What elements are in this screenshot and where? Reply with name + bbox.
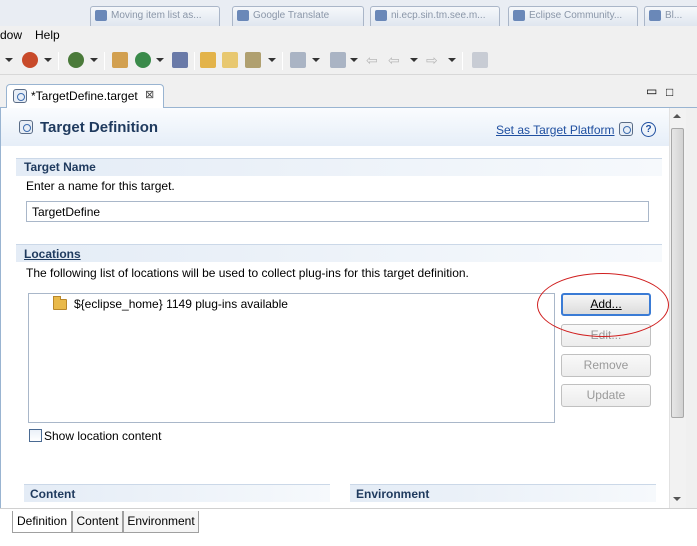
run-icon[interactable] xyxy=(68,52,84,68)
forward-icon[interactable]: ⇨ xyxy=(426,52,442,68)
menubar: dow Help xyxy=(0,26,697,46)
target-name-description: Enter a name for this target. xyxy=(26,179,175,193)
taskbar-item[interactable]: Eclipse Community... xyxy=(508,6,638,26)
content-section-title: Content xyxy=(30,487,76,501)
tab-environment-label: Environment xyxy=(127,514,195,528)
target-name-section-title: Target Name xyxy=(24,160,96,174)
close-icon[interactable]: ⊠ xyxy=(145,88,154,101)
help-icon[interactable]: ? xyxy=(641,122,656,137)
target-name-field[interactable] xyxy=(26,201,649,222)
app-icon xyxy=(95,10,107,21)
prev-annotation-icon[interactable] xyxy=(330,52,346,68)
scroll-down-icon[interactable] xyxy=(673,497,681,501)
taskbar-item[interactable]: ni.ecp.sin.tm.see.m... xyxy=(370,6,500,26)
taskbar-item-label: Bl... xyxy=(665,10,683,21)
pen-icon[interactable] xyxy=(245,52,261,68)
target-name-section-header[interactable] xyxy=(16,158,662,176)
pin-editor-icon[interactable] xyxy=(472,52,488,68)
taskbar-item-label: Google Translate xyxy=(253,10,330,21)
chevron-down-icon[interactable] xyxy=(156,58,164,62)
debug-icon[interactable] xyxy=(22,52,38,68)
last-edit-icon[interactable]: ⇦ xyxy=(366,52,382,68)
show-location-content-checkbox[interactable] xyxy=(29,429,42,442)
taskbar-item[interactable]: Bl... xyxy=(644,6,697,26)
maximize-icon[interactable]: □ xyxy=(666,85,673,99)
minimize-icon[interactable]: ▭ xyxy=(646,84,657,98)
remove-button[interactable]: Remove xyxy=(561,354,651,377)
menu-help[interactable]: Help xyxy=(35,28,60,42)
abc-icon[interactable] xyxy=(172,52,188,68)
chevron-down-icon[interactable] xyxy=(5,58,13,62)
chevron-down-icon[interactable] xyxy=(44,58,52,62)
folder-icon xyxy=(53,296,67,310)
toolbar-separator xyxy=(462,52,463,70)
back-icon[interactable]: ⇦ xyxy=(388,52,404,68)
taskbar-item-label: Eclipse Community... xyxy=(529,10,623,21)
update-button-label: Update xyxy=(586,388,626,402)
taskbar-item-label: Moving item list as... xyxy=(111,10,202,21)
page-title: Target Definition xyxy=(40,119,159,136)
update-button[interactable]: Update xyxy=(561,384,651,407)
chevron-down-icon[interactable] xyxy=(312,58,320,62)
toolbar: ⇦ ⇦ ⇨ xyxy=(0,47,697,75)
app-icon xyxy=(237,10,249,21)
target-definition-icon xyxy=(19,120,33,134)
remove-button-label: Remove xyxy=(583,358,629,372)
menu-window[interactable]: dow xyxy=(0,28,22,42)
taskbar: Moving item list as... Google Translate … xyxy=(0,0,697,26)
next-annotation-icon[interactable] xyxy=(290,52,306,68)
toolbar-separator xyxy=(58,52,59,70)
locations-tree[interactable] xyxy=(28,293,555,423)
app-icon xyxy=(375,10,387,21)
tab-targetdefine[interactable]: *TargetDefine.target ⊠ xyxy=(6,84,164,108)
package-icon[interactable] xyxy=(112,52,128,68)
taskbar-item[interactable]: Google Translate xyxy=(232,6,364,26)
add-button-label: Add... xyxy=(590,297,622,311)
chevron-down-icon[interactable] xyxy=(410,58,418,62)
locations-section-header[interactable] xyxy=(16,244,662,262)
taskbar-item-label: ni.ecp.sin.tm.see.m... xyxy=(391,10,486,21)
add-button[interactable]: Add... xyxy=(561,293,651,316)
edit-button-label: Edit... xyxy=(590,328,622,342)
chevron-down-icon[interactable] xyxy=(268,58,276,62)
tab-definition-label: Definition xyxy=(16,514,68,528)
chevron-down-icon[interactable] xyxy=(350,58,358,62)
chevron-down-icon[interactable] xyxy=(448,58,456,62)
tab-label: *TargetDefine.target xyxy=(31,89,138,103)
locations-description: The following list of locations will be … xyxy=(26,266,469,280)
edit-button[interactable]: Edit... xyxy=(561,324,651,347)
app-icon xyxy=(513,10,525,21)
taskbar-item[interactable]: Moving item list as... xyxy=(90,6,220,26)
location-item[interactable]: ${eclipse_home} 1149 plug-ins available xyxy=(74,297,288,311)
scroll-up-icon[interactable] xyxy=(673,114,681,118)
editor-border xyxy=(686,108,697,508)
toolbar-separator xyxy=(194,52,195,70)
chevron-down-icon[interactable] xyxy=(90,58,98,62)
toolbar-separator xyxy=(282,52,283,70)
target-platform-icon[interactable] xyxy=(619,122,633,136)
scroll-thumb[interactable] xyxy=(671,128,684,418)
toolbar-separator xyxy=(104,52,105,70)
target-file-icon xyxy=(13,89,27,103)
environment-section-title: Environment xyxy=(356,487,430,501)
folder-icon[interactable] xyxy=(222,52,238,68)
tab-content-label: Content xyxy=(76,514,119,528)
open-folder-icon[interactable] xyxy=(200,52,216,68)
tab-environment[interactable]: Environment xyxy=(123,511,199,533)
app-icon xyxy=(649,10,661,21)
tab-content[interactable]: Content xyxy=(72,511,123,533)
set-as-target-platform-link[interactable]: Set as Target Platform xyxy=(496,123,615,137)
new-class-icon[interactable] xyxy=(135,52,151,68)
show-location-content-label[interactable]: Show location content xyxy=(44,429,161,443)
locations-section-title: Locations xyxy=(24,247,81,261)
tab-definition[interactable]: Definition xyxy=(12,511,72,533)
